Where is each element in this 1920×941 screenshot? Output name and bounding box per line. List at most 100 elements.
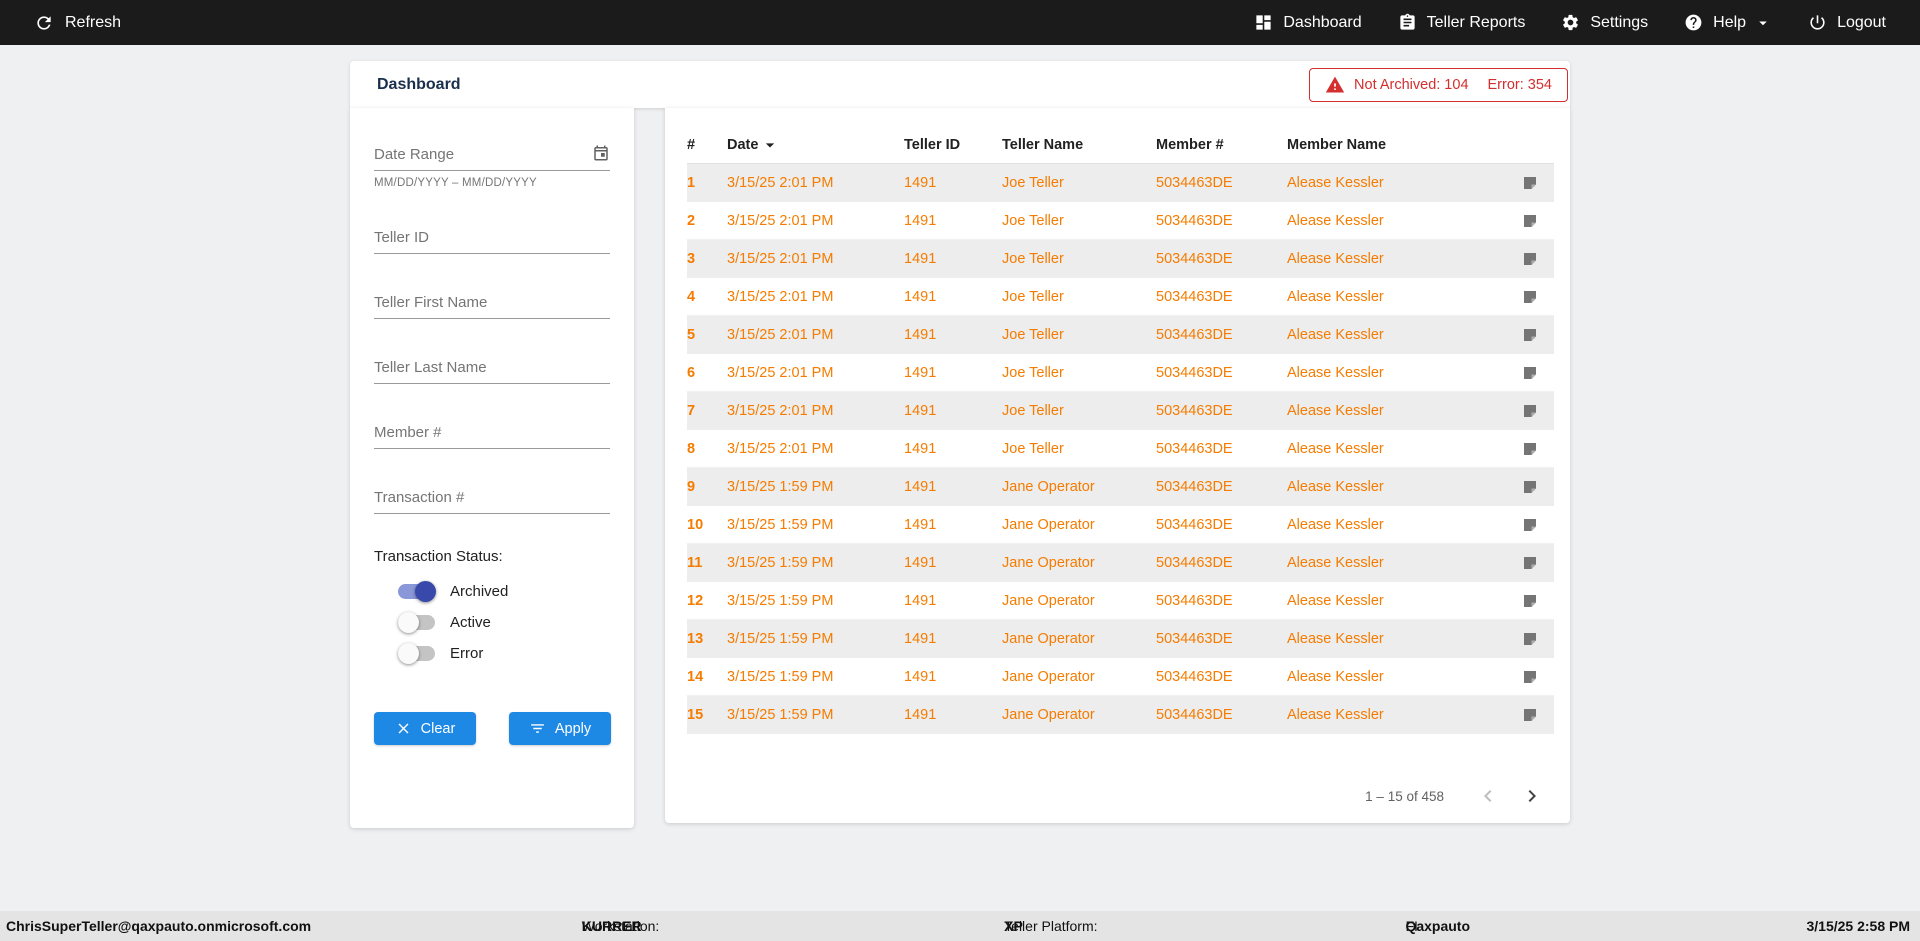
cell-date: 3/15/25 1:59 PM <box>727 630 834 647</box>
teller-last-name-input[interactable] <box>374 353 610 384</box>
cell-teller-id: 1491 <box>904 630 937 647</box>
cell-teller-name: Joe Teller <box>1002 250 1064 267</box>
note-icon <box>1524 594 1536 607</box>
cell-teller-id: 1491 <box>904 478 937 495</box>
nav-logout[interactable]: Logout <box>1808 13 1886 32</box>
nav-dashboard[interactable]: Dashboard <box>1254 13 1362 32</box>
table-row[interactable]: 3 3/15/25 2:01 PM 1491 Joe Teller 503446… <box>687 240 1554 278</box>
teller-id-input[interactable] <box>374 223 610 254</box>
table-row[interactable]: 15 3/15/25 1:59 PM 1491 Jane Operator 50… <box>687 696 1554 734</box>
table-row[interactable]: 2 3/15/25 2:01 PM 1491 Joe Teller 503446… <box>687 202 1554 240</box>
nav-teller-reports[interactable]: Teller Reports <box>1398 13 1526 32</box>
transaction-number-input[interactable] <box>374 483 610 514</box>
next-page-button[interactable] <box>1518 782 1546 810</box>
row-note-button[interactable] <box>1519 704 1541 726</box>
cell-member-name: Alease Kessler <box>1287 440 1384 457</box>
table-body: 1 3/15/25 2:01 PM 1491 Joe Teller 503446… <box>687 164 1554 734</box>
row-note-button[interactable] <box>1519 476 1541 498</box>
row-note-button[interactable] <box>1519 362 1541 384</box>
error-switch[interactable] <box>398 643 435 664</box>
cell-num: 8 <box>687 440 696 457</box>
apply-button[interactable]: Apply <box>509 712 611 745</box>
toggle-error[interactable]: Error <box>398 643 610 664</box>
note-icon <box>1524 290 1536 303</box>
cell-teller-id: 1491 <box>904 516 937 533</box>
active-switch[interactable] <box>398 612 435 633</box>
logout-power-icon <box>1810 15 1825 30</box>
status-alert-badge[interactable]: Not Archived: 104 Error: 354 <box>1309 67 1568 102</box>
table-row[interactable]: 10 3/15/25 1:59 PM 1491 Jane Operator 50… <box>687 506 1554 544</box>
row-note-button[interactable] <box>1519 438 1541 460</box>
row-note-button[interactable] <box>1519 172 1541 194</box>
nav-help[interactable]: Help <box>1684 13 1772 32</box>
table-row[interactable]: 14 3/15/25 1:59 PM 1491 Jane Operator 50… <box>687 658 1554 696</box>
toggle-active-label: Active <box>450 614 491 631</box>
cell-num: 1 <box>687 174 696 191</box>
cell-date: 3/15/25 2:01 PM <box>727 174 834 191</box>
cell-member-number: 5034463DE <box>1156 706 1233 723</box>
note-icon <box>1524 518 1536 531</box>
cell-teller-name: Jane Operator <box>1002 706 1095 723</box>
cell-member-number: 5034463DE <box>1156 478 1233 495</box>
refresh-icon <box>37 15 51 30</box>
table-row[interactable]: 9 3/15/25 1:59 PM 1491 Jane Operator 503… <box>687 468 1554 506</box>
row-note-button[interactable] <box>1519 286 1541 308</box>
platform-value: XP <box>1004 918 1023 934</box>
cell-num: 3 <box>687 250 696 267</box>
calendar-icon[interactable] <box>592 144 610 162</box>
table-row[interactable]: 8 3/15/25 2:01 PM 1491 Joe Teller 503446… <box>687 430 1554 468</box>
cell-member-name: Alease Kessler <box>1287 706 1384 723</box>
row-note-button[interactable] <box>1519 514 1541 536</box>
row-note-button[interactable] <box>1519 590 1541 612</box>
row-note-button[interactable] <box>1519 400 1541 422</box>
col-header-date-label: Date <box>727 136 759 153</box>
table-row[interactable]: 7 3/15/25 2:01 PM 1491 Joe Teller 503446… <box>687 392 1554 430</box>
table-row[interactable]: 12 3/15/25 1:59 PM 1491 Jane Operator 50… <box>687 582 1554 620</box>
note-icon <box>1524 708 1536 721</box>
note-icon <box>1524 252 1536 265</box>
table-row[interactable]: 11 3/15/25 1:59 PM 1491 Jane Operator 50… <box>687 544 1554 582</box>
cell-num: 15 <box>687 706 704 723</box>
table-row[interactable]: 13 3/15/25 1:59 PM 1491 Jane Operator 50… <box>687 620 1554 658</box>
cell-teller-id: 1491 <box>904 402 937 419</box>
refresh-button[interactable]: Refresh <box>34 13 121 33</box>
cell-date: 3/15/25 1:59 PM <box>727 706 834 723</box>
col-header-member-name: Member Name <box>1287 136 1387 153</box>
note-icon <box>1524 404 1536 417</box>
apply-button-label: Apply <box>554 720 592 737</box>
row-note-button[interactable] <box>1519 628 1541 650</box>
cell-teller-name: Jane Operator <box>1002 630 1095 647</box>
teller-id-field <box>374 223 610 254</box>
cell-num: 7 <box>687 402 696 419</box>
cell-date: 3/15/25 2:01 PM <box>727 364 834 381</box>
row-note-button[interactable] <box>1519 552 1541 574</box>
table-row[interactable]: 6 3/15/25 2:01 PM 1491 Joe Teller 503446… <box>687 354 1554 392</box>
cell-member-name: Alease Kessler <box>1287 668 1384 685</box>
teller-first-name-input[interactable] <box>374 288 610 319</box>
note-icon <box>1524 214 1536 227</box>
nav-settings[interactable]: Settings <box>1561 13 1648 32</box>
table-row[interactable]: 1 3/15/25 2:01 PM 1491 Joe Teller 503446… <box>687 164 1554 202</box>
row-note-button[interactable] <box>1519 666 1541 688</box>
row-note-button[interactable] <box>1519 248 1541 270</box>
archived-switch[interactable] <box>398 581 436 602</box>
toggle-archived[interactable]: Archived <box>398 581 610 602</box>
cell-date: 3/15/25 1:59 PM <box>727 554 834 571</box>
chevron-down-icon <box>1759 21 1767 25</box>
prev-page-button[interactable] <box>1474 782 1502 810</box>
row-note-button[interactable] <box>1519 324 1541 346</box>
cell-member-name: Alease Kessler <box>1287 592 1384 609</box>
col-header-date[interactable]: Date <box>727 135 904 155</box>
member-number-input[interactable] <box>374 418 610 449</box>
date-range-input[interactable] <box>374 140 610 171</box>
table-row[interactable]: 4 3/15/25 2:01 PM 1491 Joe Teller 503446… <box>687 278 1554 316</box>
toggle-active[interactable]: Active <box>398 612 610 633</box>
current-datetime: 3/15/25 2:58 PM <box>1806 918 1910 934</box>
nav-teller-reports-label: Teller Reports <box>1426 13 1526 31</box>
clear-button[interactable]: Clear <box>374 712 476 745</box>
filter-panel: MM/DD/YYYY – MM/DD/YYYY Transaction Stat… <box>350 108 634 828</box>
toggle-error-label: Error <box>450 645 484 662</box>
row-note-button[interactable] <box>1519 210 1541 232</box>
col-header-teller-name: Teller Name <box>1002 136 1084 153</box>
table-row[interactable]: 5 3/15/25 2:01 PM 1491 Joe Teller 503446… <box>687 316 1554 354</box>
